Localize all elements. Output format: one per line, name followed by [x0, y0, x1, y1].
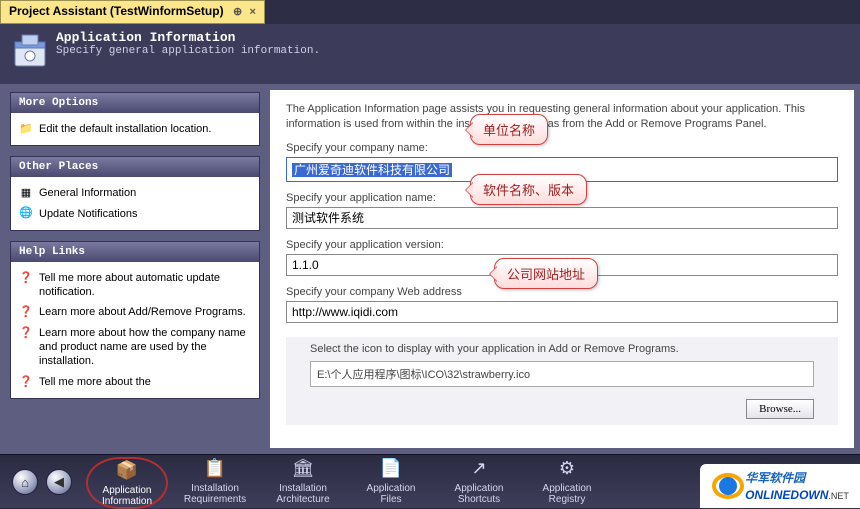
sidebar-item-label: Learn more about how the company name an… — [39, 326, 251, 369]
website-input[interactable] — [286, 301, 838, 323]
installer-box-icon: 📦 — [88, 461, 166, 485]
bottom-tab-installation-requirements[interactable]: 📋 InstallationRequirements — [174, 457, 256, 509]
icon-prompt: Select the icon to display with your app… — [310, 343, 814, 355]
registry-icon: ⚙ — [526, 459, 608, 483]
sidebar-box-other-places: Other Places ▦ General Information 🌐 Upd… — [10, 156, 260, 231]
help-icon: ❓ — [19, 326, 33, 340]
help-icon: ❓ — [19, 271, 33, 285]
globe-refresh-icon: 🌐 — [19, 207, 33, 221]
bottom-tab-installation-architecture[interactable]: 🏛 InstallationArchitecture — [262, 457, 344, 509]
sidebar-item-update-notifications[interactable]: 🌐 Update Notifications — [17, 204, 253, 224]
page-subtitle: Specify general application information. — [56, 45, 850, 57]
box-header: Help Links — [11, 242, 259, 262]
main-panel: Application Information Specify general … — [0, 24, 860, 454]
sidebar-item-edit-location[interactable]: 📁 Edit the default installation location… — [17, 119, 253, 139]
version-label: Specify your application version: — [286, 239, 838, 251]
sidebar-item-label: Tell me more about the — [39, 375, 151, 389]
pin-icon[interactable]: ⊕ — [233, 5, 242, 18]
shortcut-icon: ↗ — [438, 459, 520, 483]
sidebar-item-label: Learn more about Add/Remove Programs. — [39, 305, 246, 319]
globe-icon — [711, 469, 745, 503]
page-title: Application Information — [56, 30, 850, 45]
bottom-tab-application-registry[interactable]: ⚙ ApplicationRegistry — [526, 457, 608, 509]
sidebar-box-more-options: More Options 📁 Edit the default installa… — [10, 92, 260, 146]
sidebar-item-help-3[interactable]: ❓ Learn more about how the company name … — [17, 323, 253, 372]
sidebar: More Options 📁 Edit the default installa… — [10, 92, 260, 409]
watermark-en: ONLINEDOWN — [745, 488, 828, 502]
browse-button[interactable]: Browse... — [746, 399, 814, 419]
bottom-tab-application-information[interactable]: 📦 ApplicationInformation — [86, 457, 168, 509]
window-tab[interactable]: Project Assistant (TestWinformSetup) ⊕ × — [0, 0, 265, 24]
appname-input[interactable] — [286, 207, 838, 229]
file-icon: 📄 — [350, 459, 432, 483]
close-icon[interactable]: × — [250, 6, 256, 18]
company-value: 广州爱奇迪软件科技有限公司 — [292, 163, 452, 177]
home-button[interactable]: ⌂ — [12, 469, 38, 495]
sidebar-item-label: Edit the default installation location. — [39, 122, 211, 136]
sidebar-item-help-1[interactable]: ❓ Tell me more about automatic update no… — [17, 268, 253, 303]
watermark-cn: 华军软件园 — [745, 469, 849, 486]
checklist-icon: 📋 — [174, 459, 256, 483]
back-button[interactable]: ◀ — [46, 469, 72, 495]
tab-title: Project Assistant (TestWinformSetup) — [9, 4, 224, 18]
content-area: The Application Information page assists… — [270, 90, 854, 448]
help-text: The Application Information page assists… — [286, 102, 838, 132]
bottom-tab-application-files[interactable]: 📄 ApplicationFiles — [350, 457, 432, 509]
sidebar-item-help-2[interactable]: ❓ Learn more about Add/Remove Programs. — [17, 302, 253, 322]
icon-path-input[interactable]: E:\个人应用程序\图标\ICO\32\strawberry.ico — [310, 361, 814, 387]
sidebar-item-label: Update Notifications — [39, 207, 137, 221]
callout-company: 单位名称 — [470, 114, 548, 145]
help-icon: ❓ — [19, 305, 33, 319]
grid-icon: ▦ — [19, 186, 33, 200]
box-header: Other Places — [11, 157, 259, 177]
bottom-tab-application-shortcuts[interactable]: ↗ ApplicationShortcuts — [438, 457, 520, 509]
callout-appname: 软件名称、版本 — [470, 174, 587, 205]
architecture-icon: 🏛 — [262, 459, 344, 483]
sidebar-item-help-4[interactable]: ❓ Tell me more about the — [17, 372, 253, 392]
sidebar-item-general-info[interactable]: ▦ General Information — [17, 183, 253, 203]
callout-website: 公司网站地址 — [494, 258, 598, 289]
page-header: Application Information Specify general … — [0, 24, 860, 84]
sidebar-item-label: General Information — [39, 186, 136, 200]
installer-box-icon — [12, 32, 48, 70]
watermark-net: .NET — [828, 491, 849, 501]
bottom-toolbar: ⌂ ◀ 📦 ApplicationInformation 📋 Installat… — [0, 454, 860, 508]
sidebar-item-label: Tell me more about automatic update noti… — [39, 271, 251, 300]
icon-section: Select the icon to display with your app… — [286, 337, 838, 425]
watermark-logo: 华军软件园 ONLINEDOWN.NET — [700, 464, 860, 508]
sidebar-box-help-links: Help Links ❓ Tell me more about automati… — [10, 241, 260, 399]
folder-icon: 📁 — [19, 122, 33, 136]
box-header: More Options — [11, 93, 259, 113]
company-label: Specify your company name: — [286, 142, 838, 154]
help-icon: ❓ — [19, 375, 33, 389]
